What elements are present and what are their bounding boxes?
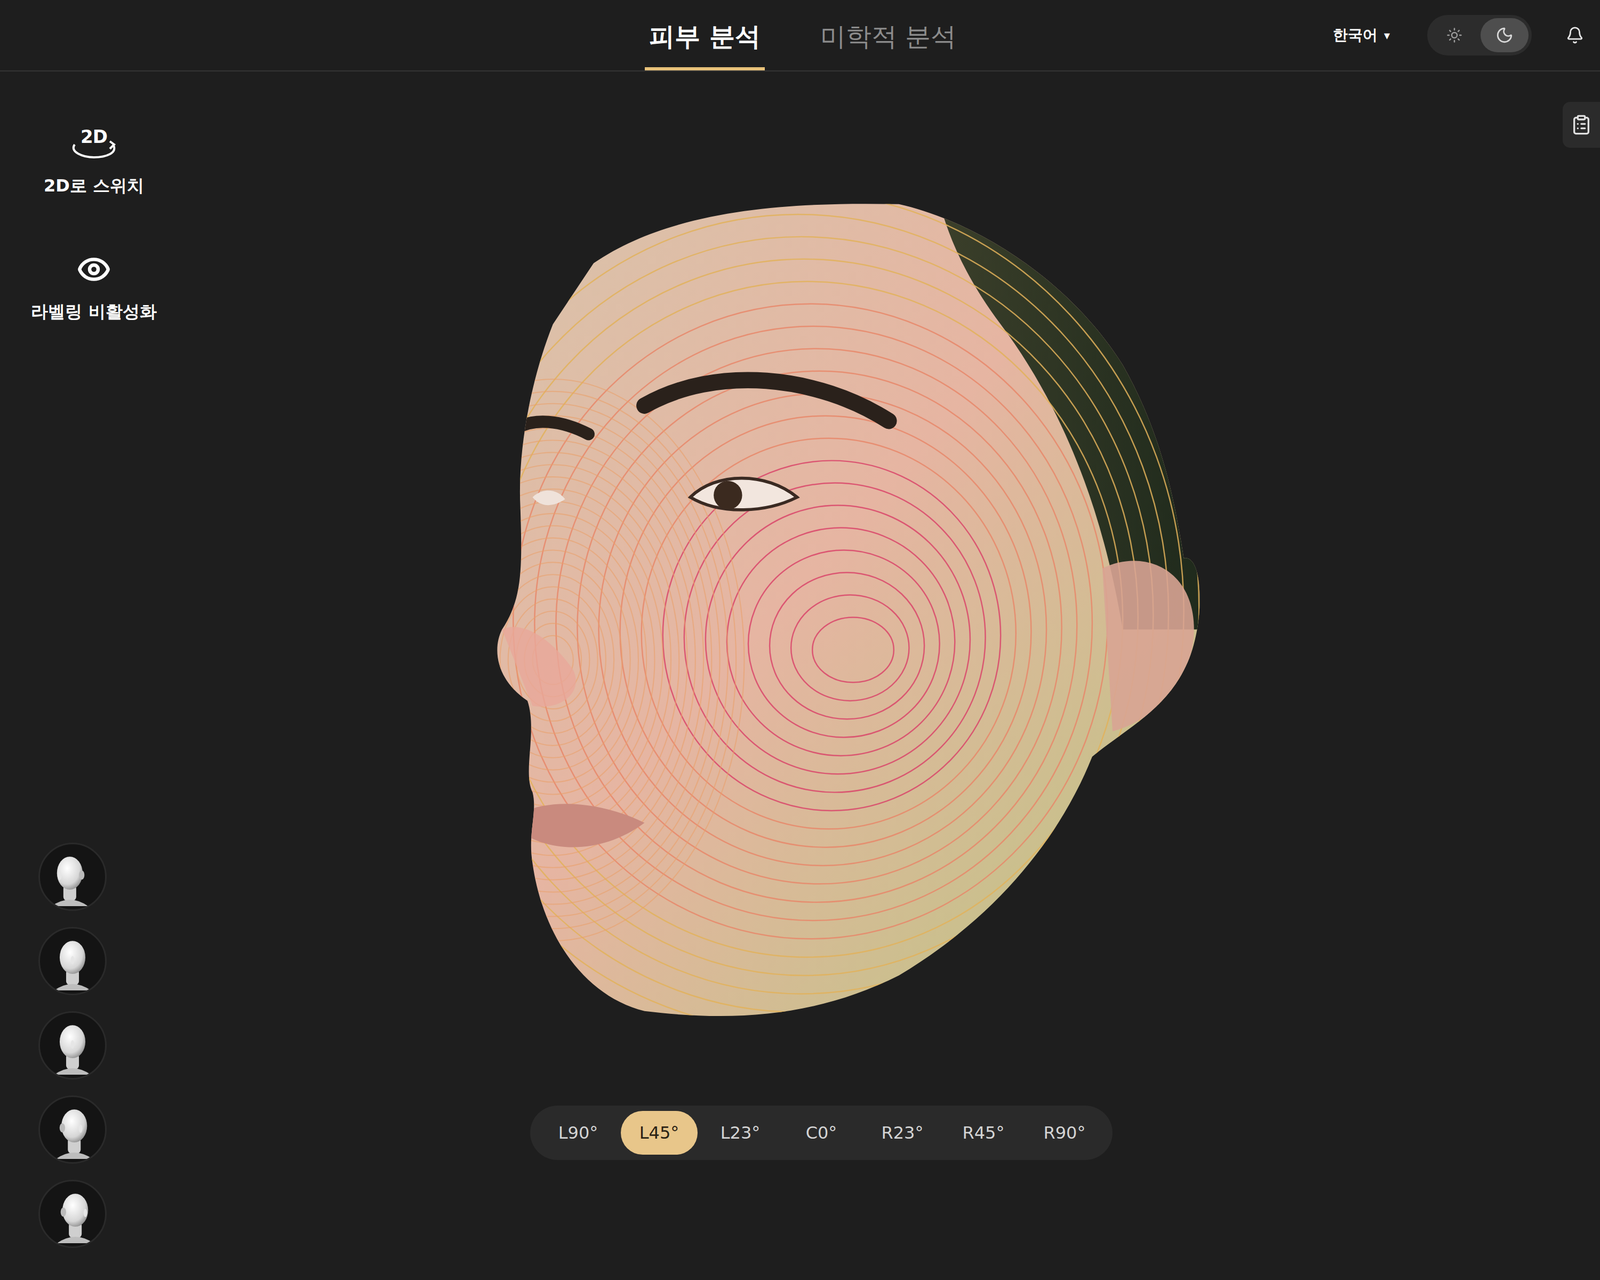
head-icon [43,1016,102,1075]
top-bar: 피부 분석 미학적 분석 한국어▾ [0,0,1600,72]
head-icon [43,1100,102,1159]
angle-button[interactable]: L90° [539,1110,617,1155]
language-select[interactable]: 한국어▾ [1329,24,1394,46]
eye-icon [76,252,111,287]
analysis-tab[interactable]: 피부 분석 [644,0,765,71]
theme-toggle[interactable] [1427,14,1532,56]
head-view-button[interactable] [38,1011,107,1080]
face-model-frame [491,202,1205,1021]
angle-button[interactable]: R90° [1026,1110,1103,1155]
header-controls: 한국어▾ [960,0,1584,71]
right-tools [1546,71,1600,1280]
notification-button[interactable] [1565,26,1584,45]
model-viewer: L90°L45°L23°C0°R23°R45°R90° [192,71,1547,1280]
rotate-2d-icon: 2D [67,120,121,161]
face-3d-model[interactable] [491,202,1205,1021]
angle-button[interactable]: R23° [864,1110,941,1155]
skin-analysis-page: 피부 분석 미학적 분석 한국어▾ 2D2D로 스위치라벨링 비활성화 L90°L45°… [0,0,1600,1280]
angle-button[interactable]: C0° [782,1110,860,1155]
angle-button[interactable]: R45° [945,1110,1022,1155]
sun-icon [1446,27,1463,44]
angle-button[interactable]: L45° [620,1110,698,1155]
head-view-button[interactable] [38,1095,107,1164]
head-view-button[interactable] [38,926,107,996]
head-icon [43,847,102,907]
analysis-tab[interactable]: 미학적 분석 [816,0,961,71]
moon-icon [1495,26,1514,45]
view-actions: 2D2D로 스위치라벨링 비활성화 [0,119,188,325]
caret-icon: ▾ [1384,28,1390,43]
head-icon [43,931,102,991]
clipboard-icon [1570,114,1592,136]
head-view-presets [0,842,192,1248]
head-icon [43,1184,102,1244]
head-view-button[interactable] [38,842,107,911]
labeling-button[interactable]: 라벨링 비활성화 [0,251,188,325]
bell-icon [1565,26,1584,45]
head-view-button[interactable] [38,1179,107,1248]
angle-selector: L90°L45°L23°C0°R23°R45°R90° [530,1105,1113,1160]
export-button[interactable] [1562,101,1600,148]
theme-option[interactable] [1430,18,1479,53]
left-sidebar: 2D2D로 스위치라벨링 비활성화 [0,71,192,1280]
angle-button[interactable]: L23° [701,1110,779,1155]
switch-2d-button[interactable]: 2D2D로 스위치 [0,119,188,199]
workspace: 2D2D로 스위치라벨링 비활성화 L90°L45°L23°C0°R23°R45°… [0,71,1600,1280]
analysis-tabs: 피부 분석 미학적 분석 [644,0,961,71]
theme-option[interactable] [1480,18,1529,53]
